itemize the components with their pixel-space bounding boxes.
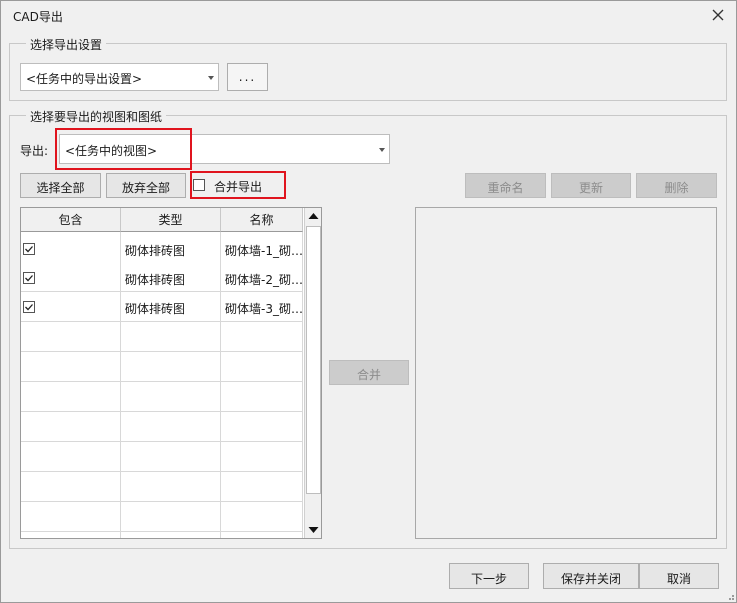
table-row[interactable]: 砌体排砖图 砌体墙-2_砌… <box>21 262 303 292</box>
column-header-name[interactable]: 名称 <box>221 208 303 232</box>
empty-row <box>21 352 303 382</box>
title-bar <box>1 1 736 31</box>
cancel-button[interactable]: 取消 <box>639 563 719 589</box>
empty-row <box>21 322 303 352</box>
chevron-down-icon <box>379 148 385 152</box>
empty-row <box>21 442 303 472</box>
scroll-thumb[interactable] <box>306 226 321 494</box>
column-header-type[interactable]: 类型 <box>121 208 221 232</box>
row-type: 砌体排砖图 <box>125 302 186 316</box>
next-button[interactable]: 下一步 <box>449 563 529 589</box>
views-legend: 选择要导出的视图和图纸 <box>26 108 167 125</box>
window-title: CAD导出 <box>13 10 63 24</box>
row-name: 砌体墙-1_砌… <box>225 244 303 258</box>
empty-row <box>21 412 303 442</box>
close-icon[interactable] <box>709 6 727 24</box>
update-button[interactable]: 更新 <box>551 173 631 198</box>
chevron-down-icon <box>208 76 214 80</box>
row-name: 砌体墙-3_砌… <box>225 302 303 316</box>
export-settings-value: <任务中的导出设置> <box>26 72 143 86</box>
select-all-button[interactable]: 选择全部 <box>20 173 101 198</box>
deselect-all-button[interactable]: 放弃全部 <box>106 173 186 198</box>
checkbox-checked-icon[interactable] <box>23 272 35 284</box>
checkbox-checked-icon[interactable] <box>23 243 35 255</box>
row-type: 砌体排砖图 <box>125 273 186 287</box>
delete-button[interactable]: 删除 <box>636 173 717 198</box>
row-name: 砌体墙-2_砌… <box>225 273 303 287</box>
export-settings-dropdown[interactable]: <任务中的导出设置> <box>20 63 219 91</box>
empty-row <box>21 472 303 502</box>
highlight-export-dropdown <box>55 128 192 170</box>
column-header-include[interactable]: 包含 <box>21 208 121 232</box>
merge-button[interactable]: 合并 <box>329 360 409 385</box>
scroll-up-icon[interactable] <box>305 208 322 225</box>
empty-row <box>21 532 303 538</box>
row-type: 砌体排砖图 <box>125 244 186 258</box>
checkbox-checked-icon[interactable] <box>23 301 35 313</box>
cad-export-dialog: CAD导出 选择导出设置 <任务中的导出设置> ... 选择要导出的视图和图纸 … <box>0 0 737 603</box>
more-settings-button[interactable]: ... <box>227 63 268 91</box>
rename-button[interactable]: 重命名 <box>465 173 546 198</box>
resize-grip-icon[interactable] <box>725 591 735 601</box>
save-and-close-button[interactable]: 保存并关闭 <box>543 563 639 589</box>
scroll-down-icon[interactable] <box>305 521 322 538</box>
table-row[interactable]: 砌体排砖图 砌体墙-3_砌… <box>21 292 303 322</box>
highlight-merge-export <box>190 171 286 199</box>
table-row[interactable]: 砌体排砖图 砌体墙-1_砌… <box>21 232 303 262</box>
table-scrollbar[interactable] <box>304 208 321 538</box>
merge-preview-panel <box>415 207 717 539</box>
views-table: 包含 类型 名称 砌体排砖图 砌体墙-1_砌… 砌体排砖图 砌体墙-2_砌… 砌… <box>20 207 322 539</box>
empty-row <box>21 382 303 412</box>
export-settings-legend: 选择导出设置 <box>26 36 107 53</box>
export-label: 导出: <box>20 144 49 158</box>
empty-row <box>21 502 303 532</box>
